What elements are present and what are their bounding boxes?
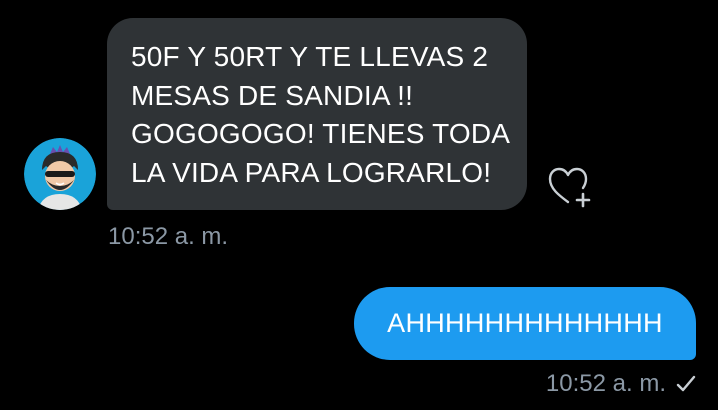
outgoing-meta: 10:52 a. m. [546,369,696,399]
dm-conversation: 50F Y 50RT Y TE LLEVAS 2 MESAS DE SANDIA… [0,0,718,410]
cartoon-avatar-icon [24,138,96,210]
message-line: GOGOGOGO! TIENES TODA [131,118,511,149]
heart-plus-icon [548,167,591,208]
message-line: LA VIDA PARA LOGRARLO! [131,156,492,188]
outgoing-timestamp: 10:52 a. m. [545,370,666,397]
incoming-timestamp: 10:52 a. m. [108,223,229,250]
incoming-message-bubble[interactable]: 50F Y 50RT Y TE LLEVAS 2 MESAS DE SANDIA… [107,18,527,210]
sender-avatar[interactable] [24,138,96,210]
message-line: MESAS DE SANDIA !! [131,79,414,111]
message-line: 50F Y 50RT Y TE LLEVAS 2 [131,41,489,72]
check-icon [676,375,696,392]
outgoing-message-bubble[interactable]: AHHHHHHHHHHHHH [354,287,696,360]
add-reaction-button[interactable] [546,166,594,208]
